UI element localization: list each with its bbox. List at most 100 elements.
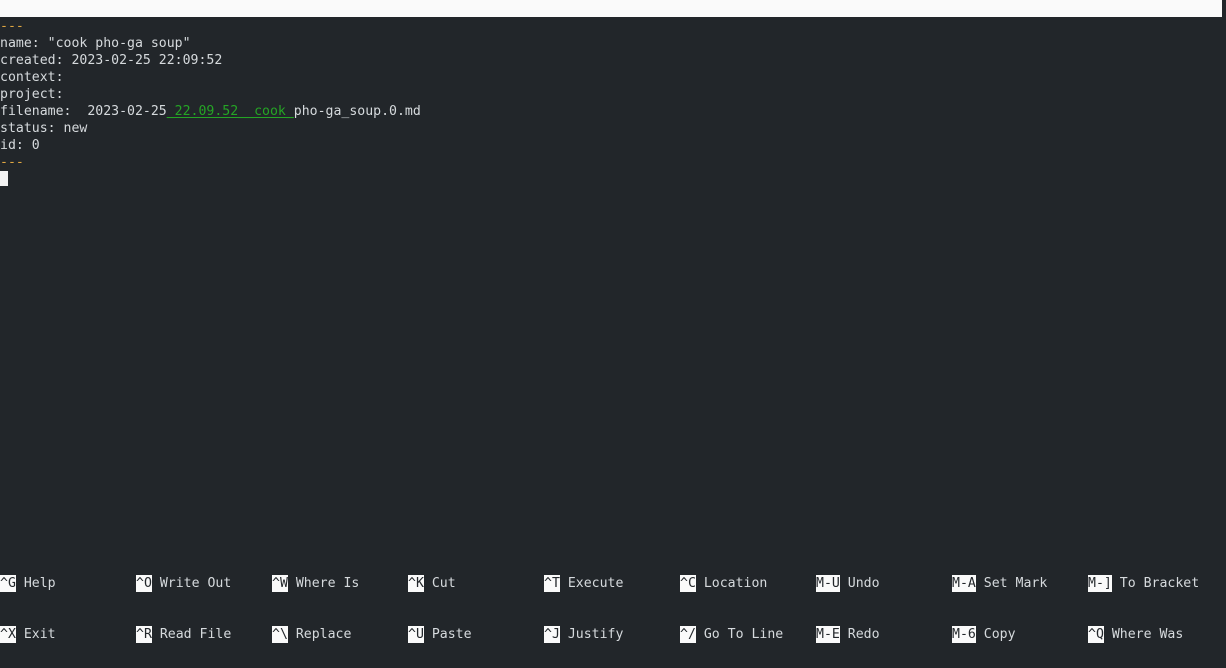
shortcut-key: ^K: [408, 575, 424, 592]
shortcut-write-out[interactable]: ^O Write Out: [136, 575, 231, 592]
shortcut-spacer: [16, 576, 24, 591]
field-id-segment-0: id: 0: [0, 138, 40, 153]
field-filename-segment-2: pho-ga_soup.0.md: [293, 104, 421, 119]
shortcut-label: Where Was: [1111, 627, 1184, 642]
frontmatter-close-delimiter[interactable]: ---: [0, 154, 1226, 171]
shortcut-label: Help: [23, 576, 56, 591]
shortcut-key: ^T: [544, 575, 560, 592]
shortcut-key: ^O: [136, 575, 152, 592]
shortcut-key: M-E: [816, 626, 840, 643]
shortcut-spacer: [840, 627, 848, 642]
field-filename[interactable]: filename: 2023-02-25_22.09.52__cook_pho-…: [0, 103, 1226, 120]
shortcut-label: Exit: [23, 627, 56, 642]
shortcut-key: ^U: [408, 626, 424, 643]
field-id[interactable]: id: 0: [0, 137, 1226, 154]
shortcut-label: To Bracket: [1119, 576, 1200, 591]
shortcut-label: Execute: [567, 576, 624, 591]
shortcut-paste[interactable]: ^U Paste: [408, 626, 472, 643]
shortcut-label: Justify: [567, 627, 624, 642]
shortcut-justify[interactable]: ^J Justify: [544, 626, 623, 643]
shortcut-label: Replace: [295, 627, 352, 642]
field-status[interactable]: status: new: [0, 120, 1226, 137]
shortcut-row-bottom: ^X Exit ^R Read File ^\ Replace ^U Paste ^J …: [0, 626, 1226, 643]
shortcut-location[interactable]: ^C Location: [680, 575, 767, 592]
shortcut-label: Write Out: [159, 576, 232, 591]
shortcut-key: M-6: [952, 626, 976, 643]
shortcut-label: Copy: [983, 627, 1016, 642]
shortcut-spacer: [16, 627, 24, 642]
shortcut-spacer: [288, 576, 296, 591]
shortcut-execute[interactable]: ^T Execute: [544, 575, 623, 592]
shortcut-key: M-U: [816, 575, 840, 592]
shortcut-replace[interactable]: ^\ Replace: [272, 626, 351, 643]
shortcut-spacer: [1112, 576, 1120, 591]
field-name-segment-0: name: "cook pho-ga soup": [0, 36, 191, 51]
shortcut-label: Go To Line: [703, 627, 784, 642]
shortcut-label: Set Mark: [983, 576, 1048, 591]
shortcut-go-to-line[interactable]: ^/ Go To Line: [680, 626, 783, 643]
shortcut-copy[interactable]: M-6 Copy: [952, 626, 1016, 643]
shortcut-cut[interactable]: ^K Cut: [408, 575, 456, 592]
shortcut-spacer: [560, 627, 568, 642]
shortcut-row-top: ^G Help ^O Write Out ^W Where Is ^K Cut ^T E…: [0, 575, 1226, 592]
field-created[interactable]: created: 2023-02-25 22:09:52: [0, 52, 1226, 69]
shortcut-help[interactable]: ^G Help: [0, 575, 56, 592]
frontmatter-open-delimiter[interactable]: ---: [0, 18, 1226, 35]
shortcut-spacer: [840, 576, 848, 591]
shortcut-read-file[interactable]: ^R Read File: [136, 626, 231, 643]
cursor-line[interactable]: [0, 171, 1226, 188]
shortcut-key: M-]: [1088, 575, 1112, 592]
shortcut-undo[interactable]: M-U Undo: [816, 575, 880, 592]
editor-buffer[interactable]: --- name: "cook pho-ga soup" created: 2023…: [0, 18, 1226, 532]
shortcut-exit[interactable]: ^X Exit: [0, 626, 56, 643]
shortcut-key: ^W: [272, 575, 288, 592]
field-filename-segment-1: _22.09.52__cook_: [166, 104, 294, 119]
shortcut-spacer: [696, 576, 704, 591]
shortcut-spacer: [288, 627, 296, 642]
frontmatter-open-delimiter-segment-0: ---: [0, 19, 24, 34]
field-context-segment-0: context:: [0, 70, 64, 85]
shortcut-spacer: [152, 576, 160, 591]
shortcut-label: Location: [703, 576, 768, 591]
shortcut-key: ^R: [136, 626, 152, 643]
shortcut-key: ^Q: [1088, 626, 1104, 643]
shortcut-key: ^/: [680, 626, 696, 643]
shortcut-spacer: [1104, 627, 1112, 642]
shortcut-key: ^\: [272, 626, 288, 643]
shortcut-spacer: [696, 627, 704, 642]
shortcut-spacer: [560, 576, 568, 591]
shortcut-spacer: [152, 627, 160, 642]
shortcut-label: Undo: [847, 576, 880, 591]
field-filename-segment-0: filename: 2023-02-25: [0, 104, 167, 119]
field-name[interactable]: name: "cook pho-ga soup": [0, 35, 1226, 52]
field-project-segment-0: project:: [0, 87, 64, 102]
field-context[interactable]: context:: [0, 69, 1226, 86]
field-status-segment-0: status: new: [0, 121, 88, 136]
shortcut-redo[interactable]: M-E Redo: [816, 626, 880, 643]
shortcut-bar: ^G Help ^O Write Out ^W Where Is ^K Cut ^T E…: [0, 532, 1226, 643]
shortcut-spacer: [976, 627, 984, 642]
text-cursor: [0, 171, 8, 186]
shortcut-spacer: [976, 576, 984, 591]
titlebar: GNU nano 5.8: [0, 0, 1222, 17]
shortcut-spacer: [424, 627, 432, 642]
shortcut-label: Read File: [159, 627, 232, 642]
shortcut-to-bracket[interactable]: M-] To Bracket: [1088, 575, 1199, 592]
shortcut-key: ^J: [544, 626, 560, 643]
shortcut-where-was[interactable]: ^Q Where Was: [1088, 626, 1183, 643]
shortcut-spacer: [424, 576, 432, 591]
shortcut-key: ^C: [680, 575, 696, 592]
shortcut-key: M-A: [952, 575, 976, 592]
shortcut-label: Paste: [431, 627, 472, 642]
shortcut-where-is[interactable]: ^W Where Is: [272, 575, 359, 592]
shortcut-label: Redo: [847, 627, 880, 642]
shortcut-label: Cut: [431, 576, 456, 591]
shortcut-key: ^X: [0, 626, 16, 643]
shortcut-label: Where Is: [295, 576, 360, 591]
shortcut-set-mark[interactable]: M-A Set Mark: [952, 575, 1047, 592]
frontmatter-close-delimiter-segment-0: ---: [0, 155, 24, 170]
nano-terminal-screen: GNU nano 5.8 --- name: "cook pho-ga soup"…: [0, 0, 1226, 643]
field-project[interactable]: project:: [0, 86, 1226, 103]
shortcut-key: ^G: [0, 575, 16, 592]
field-created-segment-0: created: 2023-02-25 22:09:52: [0, 53, 223, 68]
